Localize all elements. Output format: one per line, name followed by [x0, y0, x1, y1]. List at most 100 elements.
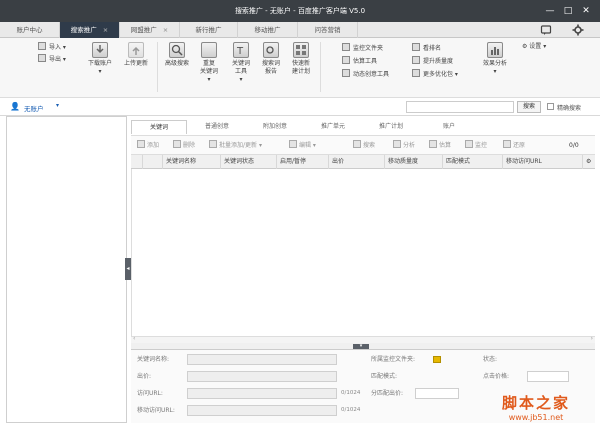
row-indicator-header: [131, 155, 143, 169]
more-optimize-label: 更多优化包: [423, 71, 454, 78]
column-mobile-url[interactable]: 移动访问URL: [503, 155, 583, 169]
column-keyword-name[interactable]: 关键词名称: [163, 155, 221, 169]
keyword-grid-body[interactable]: [131, 169, 595, 341]
keyword-tool-icon: T: [233, 42, 249, 58]
upload-update-button[interactable]: 上传更新: [118, 42, 154, 68]
column-mobile-quality[interactable]: 移动质量度: [385, 155, 443, 169]
dedupe-keyword-button[interactable]: 重复 关键词 ▾: [194, 42, 224, 84]
column-match-type[interactable]: 匹配模式: [443, 155, 503, 169]
tab-network-promotion[interactable]: 网盟推广 ×: [120, 22, 180, 38]
settings-button[interactable]: ⚙ 设置 ▾: [522, 42, 546, 52]
detail-splitter[interactable]: ▾: [131, 343, 595, 350]
record-count: 0/0: [569, 142, 579, 149]
dynamic-creative-button[interactable]: 动态创意工具: [342, 69, 389, 79]
search-button[interactable]: 搜索: [517, 101, 541, 113]
horizontal-scrollbar[interactable]: ‹ ›: [131, 335, 595, 343]
view-rank-button[interactable]: 看排名: [412, 43, 441, 53]
export-button[interactable]: 导出 ▾: [38, 54, 66, 64]
click-price-field[interactable]: [527, 371, 569, 382]
advanced-search-button[interactable]: 高级搜索: [160, 42, 194, 68]
improve-quality-button[interactable]: 提升质量度: [412, 56, 453, 66]
account-tree-panel[interactable]: [6, 116, 127, 423]
column-enabled[interactable]: 启用/暂停: [277, 155, 329, 169]
column-keyword-status[interactable]: 关键词状态: [221, 155, 277, 169]
quick-plan-button[interactable]: 快速新 建计划: [286, 42, 316, 76]
keyword-name-field[interactable]: [187, 354, 337, 365]
toolbar-search-button[interactable]: 搜索: [353, 140, 375, 151]
tab-extra-creatives[interactable]: 附加创意: [247, 120, 303, 134]
restore-button[interactable]: 还原: [503, 140, 525, 151]
dropdown-caret-icon: ▾: [493, 68, 497, 75]
chart-icon: [487, 42, 503, 58]
restore-label: 还原: [513, 142, 526, 149]
tab-new-promotion[interactable]: 新行推广: [180, 22, 238, 38]
settings-label: 设置: [529, 43, 542, 50]
message-icon[interactable]: [540, 24, 552, 36]
import-button[interactable]: 导入 ▾: [38, 42, 66, 52]
monitor-icon: [465, 140, 473, 148]
mobile-url-field[interactable]: [187, 405, 337, 416]
view-rank-label: 看排名: [423, 45, 442, 52]
gear-icon[interactable]: [572, 24, 584, 36]
search-icon: [353, 140, 361, 148]
tab-account-center[interactable]: 账户中心: [0, 22, 60, 38]
advanced-search-label: 高级搜索: [164, 60, 189, 67]
batch-label: 批量添加/更新: [219, 142, 258, 149]
select-all-checkbox[interactable]: [143, 155, 163, 169]
download-account-button[interactable]: 下载账户 ▾: [82, 42, 118, 76]
dynamic-creative-icon: [342, 69, 350, 77]
folder-icon[interactable]: [433, 356, 441, 363]
tab-account[interactable]: 账户: [421, 120, 477, 134]
estimate-icon: [429, 140, 437, 148]
more-optimize-button[interactable]: 更多优化包 ▾: [412, 69, 458, 79]
url-field[interactable]: [187, 388, 337, 399]
account-selector[interactable]: 无账户: [24, 103, 44, 113]
segment-bid-select[interactable]: [415, 388, 459, 399]
tab-keywords[interactable]: 关键词: [131, 120, 187, 134]
tab-campaigns[interactable]: 推广计划: [363, 120, 419, 134]
batch-update-button[interactable]: 批量添加/更新 ▾: [209, 140, 262, 151]
chevron-down-icon[interactable]: ▾: [56, 102, 59, 109]
delete-icon: [173, 140, 181, 148]
account-bar: 👤 无账户 ▾ 搜索 精确搜索: [0, 98, 600, 116]
edit-icon: [289, 140, 297, 148]
close-button[interactable]: ✕: [579, 4, 593, 18]
search-term-report-button[interactable]: 搜索词 报告: [256, 42, 286, 76]
scroll-left-icon[interactable]: ‹: [133, 335, 135, 342]
monitor-folder-button[interactable]: 监控文件夹: [342, 43, 383, 53]
maximize-button[interactable]: □: [561, 4, 575, 18]
estimate-button[interactable]: 估算: [429, 140, 451, 151]
export-label: 导出: [49, 56, 62, 63]
tab-search-promotion[interactable]: 搜索推广 ×: [60, 22, 120, 38]
grid-toolbar: 添加 删除 批量添加/更新 ▾ 编辑 ▾ 搜索 分析 估算 监控 还原 0/0: [131, 135, 595, 155]
mobile-url-label: 移动访问URL:: [137, 407, 175, 414]
keyword-tool-button[interactable]: T 关键词 工具 ▾: [226, 42, 256, 84]
add-label: 添加: [147, 142, 160, 149]
effect-analysis-button[interactable]: 效果分析 ▾: [478, 42, 512, 76]
bid-field[interactable]: [187, 371, 337, 382]
url-label: 访问URL:: [137, 390, 163, 397]
search-input[interactable]: [406, 101, 514, 113]
estimate-tool-button[interactable]: 估算工具: [342, 56, 377, 66]
tab-mobile-promotion[interactable]: 移动推广: [238, 22, 298, 38]
improve-quality-label: 提升质量度: [423, 58, 454, 65]
precise-search-checkbox[interactable]: [547, 103, 554, 110]
monitor-button[interactable]: 监控: [465, 140, 487, 151]
tab-ad-groups[interactable]: 推广单元: [305, 120, 361, 134]
column-settings-icon[interactable]: ⚙: [583, 155, 595, 169]
tab-creatives[interactable]: 普通创意: [189, 120, 245, 134]
column-bid[interactable]: 出价: [329, 155, 385, 169]
delete-button[interactable]: 删除: [173, 140, 195, 151]
splitter-toggle-icon[interactable]: ▾: [353, 344, 369, 349]
tab-close-icon[interactable]: ×: [103, 26, 108, 34]
bid-label: 出价:: [137, 373, 152, 380]
tab-label: 新行推广: [195, 26, 222, 34]
tab-qa-marketing[interactable]: 问答营销: [298, 22, 358, 38]
analyze-button[interactable]: 分析: [393, 140, 415, 151]
tab-close-icon[interactable]: ×: [163, 26, 168, 34]
edit-button[interactable]: 编辑 ▾: [289, 140, 316, 151]
minimize-button[interactable]: —: [543, 4, 557, 18]
scroll-right-icon[interactable]: ›: [591, 335, 593, 342]
rank-icon: [412, 43, 420, 51]
add-button[interactable]: 添加: [137, 140, 159, 151]
